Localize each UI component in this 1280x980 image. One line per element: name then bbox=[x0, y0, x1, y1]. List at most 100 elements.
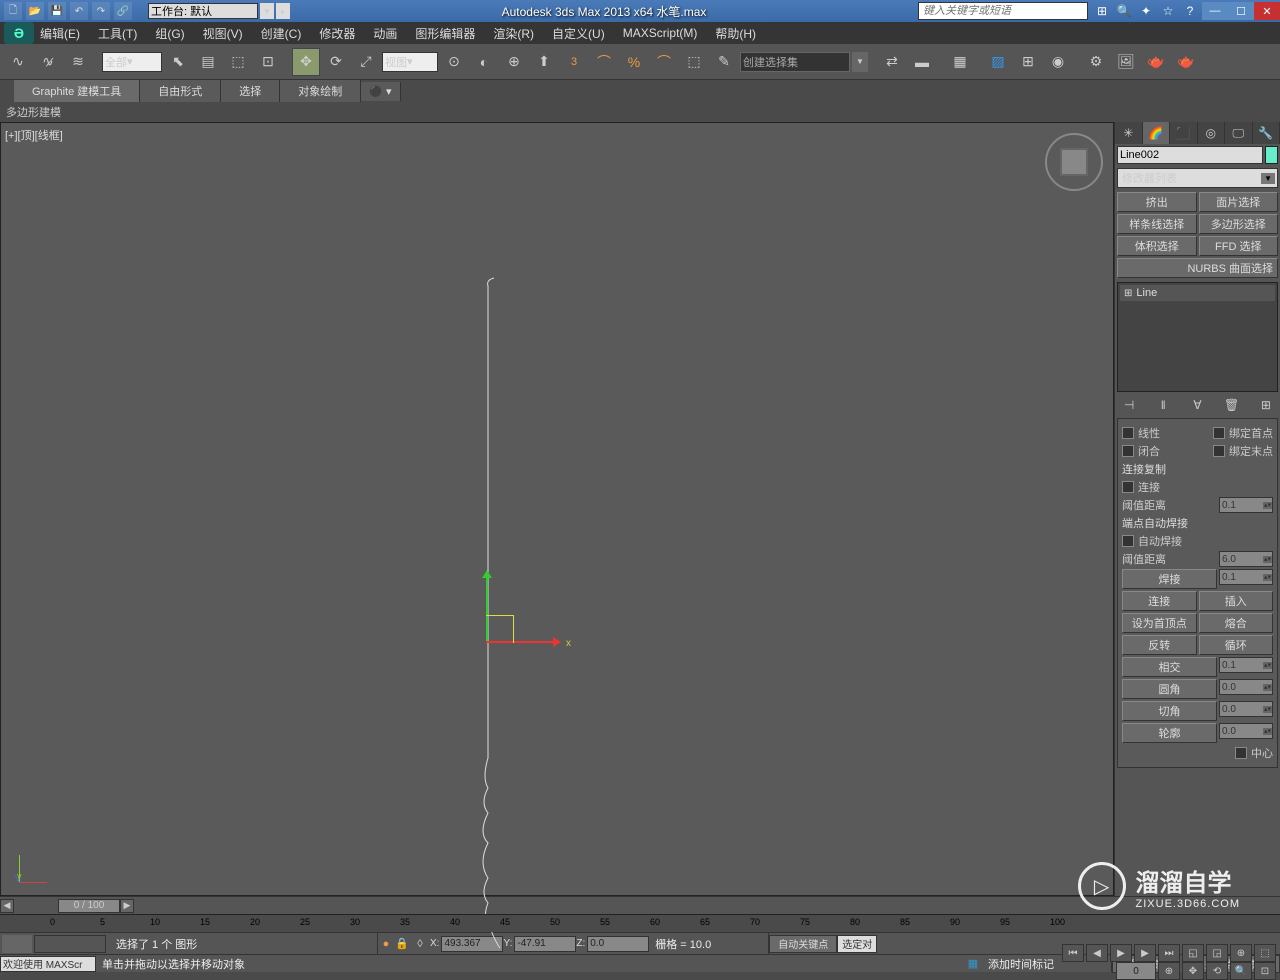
lock-icon[interactable]: ● bbox=[378, 938, 394, 950]
remove-mod-icon[interactable]: 🗑 bbox=[1222, 396, 1242, 414]
workspace-menu-icon[interactable]: ▸ bbox=[276, 3, 290, 19]
infocenter-icon[interactable]: ⊞ bbox=[1092, 2, 1112, 20]
menu-render[interactable]: 渲染(R) bbox=[493, 25, 534, 42]
chamfer-spinner[interactable]: 0.0 bbox=[1219, 701, 1273, 717]
btn-spline-select[interactable]: 样条线选择 bbox=[1117, 214, 1197, 234]
manipulate-icon[interactable]: ◐ bbox=[470, 48, 498, 76]
time-slider[interactable]: 0 / 100 bbox=[58, 899, 120, 913]
viewport[interactable]: [+][顶][线框] x y bbox=[0, 122, 1114, 896]
render-frame-icon[interactable]: 🖼 bbox=[1112, 48, 1140, 76]
make-unique-icon[interactable]: ∀ bbox=[1187, 396, 1207, 414]
ref-coord-dropdown[interactable]: 视图 ▾ bbox=[382, 52, 438, 72]
layer-icon[interactable]: ▦ bbox=[946, 48, 974, 76]
maximize-button[interactable]: ☐ bbox=[1228, 2, 1254, 20]
chk-center[interactable] bbox=[1235, 747, 1247, 759]
menu-graph[interactable]: 图形编辑器 bbox=[415, 25, 475, 42]
selection-filter[interactable]: 全部 ▾ bbox=[102, 52, 162, 72]
viewcube[interactable] bbox=[1045, 133, 1103, 191]
time-config-icon[interactable]: ⊕ bbox=[1158, 962, 1180, 980]
panel-tab-create[interactable]: ✳ bbox=[1115, 122, 1143, 144]
close-button[interactable]: ✕ bbox=[1254, 2, 1280, 20]
chk-bindfirst[interactable] bbox=[1213, 427, 1225, 439]
btn-ffd-select[interactable]: FFD 选择 bbox=[1199, 236, 1279, 256]
quick-render-icon[interactable]: 🫖 bbox=[1172, 48, 1200, 76]
chk-closed[interactable] bbox=[1122, 445, 1134, 457]
menu-view[interactable]: 视图(V) bbox=[203, 25, 243, 42]
snap2-icon[interactable]: ⌒ bbox=[590, 48, 618, 76]
modifier-list-dropdown[interactable]: 修改器列表 bbox=[1117, 168, 1278, 188]
btn-fillet[interactable]: 圆角 bbox=[1122, 679, 1217, 699]
window-crossing-icon[interactable]: ⊡ bbox=[254, 48, 282, 76]
z-coord-input[interactable]: 0.0 bbox=[587, 936, 649, 952]
select-icon[interactable]: ⬉ bbox=[164, 48, 192, 76]
next-frame-icon[interactable]: ▶ bbox=[1134, 944, 1156, 962]
chk-connect[interactable] bbox=[1122, 481, 1134, 493]
selected-key-input[interactable]: 选定对 bbox=[837, 935, 877, 953]
ribbon-tab-freeform[interactable]: 自由形式 bbox=[140, 80, 221, 102]
tl-next-icon[interactable]: ▶ bbox=[120, 899, 134, 913]
configure-icon[interactable]: ⊞ bbox=[1256, 396, 1276, 414]
scale-tool-icon[interactable]: ⤢ bbox=[352, 48, 380, 76]
menu-create[interactable]: 创建(C) bbox=[261, 25, 302, 42]
goto-start-icon[interactable]: ⏮ bbox=[1062, 944, 1084, 962]
panel-tab-utilities[interactable]: 🔧 bbox=[1253, 122, 1280, 144]
bind-tool-icon[interactable]: ≋ bbox=[64, 48, 92, 76]
align-icon[interactable]: ▬ bbox=[908, 48, 936, 76]
menu-maxscript[interactable]: MAXScript(M) bbox=[623, 26, 698, 40]
nav2-icon[interactable]: ◲ bbox=[1206, 944, 1228, 962]
angle-snap-icon[interactable]: 3 bbox=[560, 48, 588, 76]
keyboard-icon[interactable]: ⊕ bbox=[500, 48, 528, 76]
menu-group[interactable]: 组(G) bbox=[155, 25, 184, 42]
maxscript-listener[interactable]: 欢迎使用 MAXScr bbox=[0, 956, 96, 972]
curve-editor-icon[interactable]: ▨ bbox=[984, 48, 1012, 76]
help-icon[interactable]: ? bbox=[1180, 2, 1200, 20]
btn-nurbs-select[interactable]: NURBS 曲面选择 bbox=[1117, 258, 1278, 278]
comm-icon[interactable]: ▦ bbox=[964, 957, 982, 970]
named-sel-icon[interactable]: ⬚ bbox=[680, 48, 708, 76]
render-setup-icon[interactable]: ⚙ bbox=[1082, 48, 1110, 76]
panel-tab-motion[interactable]: ◎ bbox=[1198, 122, 1226, 144]
btn-cross[interactable]: 相交 bbox=[1122, 657, 1217, 677]
save-icon[interactable]: 💾 bbox=[48, 2, 66, 20]
modifier-stack[interactable]: Line bbox=[1117, 282, 1278, 392]
help-search-input[interactable] bbox=[918, 2, 1088, 20]
chk-bindlast[interactable] bbox=[1213, 445, 1225, 457]
selset-dd-icon[interactable]: ▼ bbox=[852, 52, 868, 72]
vnav3-icon[interactable]: 🔍 bbox=[1230, 962, 1252, 980]
autoweld-spinner[interactable]: 6.0 bbox=[1219, 551, 1273, 567]
threshold-spinner[interactable]: 0.1 bbox=[1219, 497, 1273, 513]
ribbon-panel-polymodel[interactable]: 多边形建模 bbox=[6, 104, 61, 120]
btn-cycle[interactable]: 循环 bbox=[1199, 635, 1274, 655]
btn-poly-select[interactable]: 多边形选择 bbox=[1199, 214, 1279, 234]
tl-prev-icon[interactable]: ◀ bbox=[0, 899, 14, 913]
ribbon-tab-more[interactable]: ⚫ ▾ bbox=[361, 82, 400, 101]
time-input[interactable]: 0 bbox=[1116, 962, 1156, 980]
search-icon[interactable]: 🔍 bbox=[1114, 2, 1134, 20]
vnav4-icon[interactable]: ⊡ bbox=[1254, 962, 1276, 980]
new-icon[interactable]: 🗋 bbox=[4, 2, 22, 20]
weld-spinner[interactable]: 0.1 bbox=[1219, 569, 1273, 585]
undo-icon[interactable]: ↶ bbox=[70, 2, 88, 20]
nav3-icon[interactable]: ⊕ bbox=[1230, 944, 1252, 962]
btn-connect2[interactable]: 连接 bbox=[1122, 591, 1197, 611]
chk-linear[interactable] bbox=[1122, 427, 1134, 439]
menu-modifiers[interactable]: 修改器 bbox=[319, 25, 355, 42]
rotate-tool-icon[interactable]: ⟳ bbox=[322, 48, 350, 76]
render-icon[interactable]: 🫖 bbox=[1142, 48, 1170, 76]
selection-set-dropdown[interactable]: 创建选择集 bbox=[740, 52, 850, 72]
menu-anim[interactable]: 动画 bbox=[373, 25, 397, 42]
btn-makefirst[interactable]: 设为首顶点 bbox=[1122, 613, 1197, 633]
schematic-icon[interactable]: ⊞ bbox=[1014, 48, 1042, 76]
btn-weld[interactable]: 焊接 bbox=[1122, 569, 1217, 589]
ribbon-tab-graphite[interactable]: Graphite 建模工具 bbox=[14, 80, 140, 102]
cross-spinner[interactable]: 0.1 bbox=[1219, 657, 1273, 673]
ribbon-tab-paint[interactable]: 对象绘制 bbox=[280, 80, 361, 102]
snap-toggle-icon[interactable]: ⬆ bbox=[530, 48, 558, 76]
y-coord-input[interactable]: -47.91 bbox=[514, 936, 576, 952]
link-icon[interactable]: 🔗 bbox=[114, 2, 132, 20]
edit-sel-icon[interactable]: ✎ bbox=[710, 48, 738, 76]
autokey-button[interactable]: 自动关键点 bbox=[769, 935, 837, 953]
open-icon[interactable]: 📂 bbox=[26, 2, 44, 20]
menu-tools[interactable]: 工具(T) bbox=[98, 25, 137, 42]
workspace-dropdown-icon[interactable]: ▼ bbox=[260, 3, 274, 19]
